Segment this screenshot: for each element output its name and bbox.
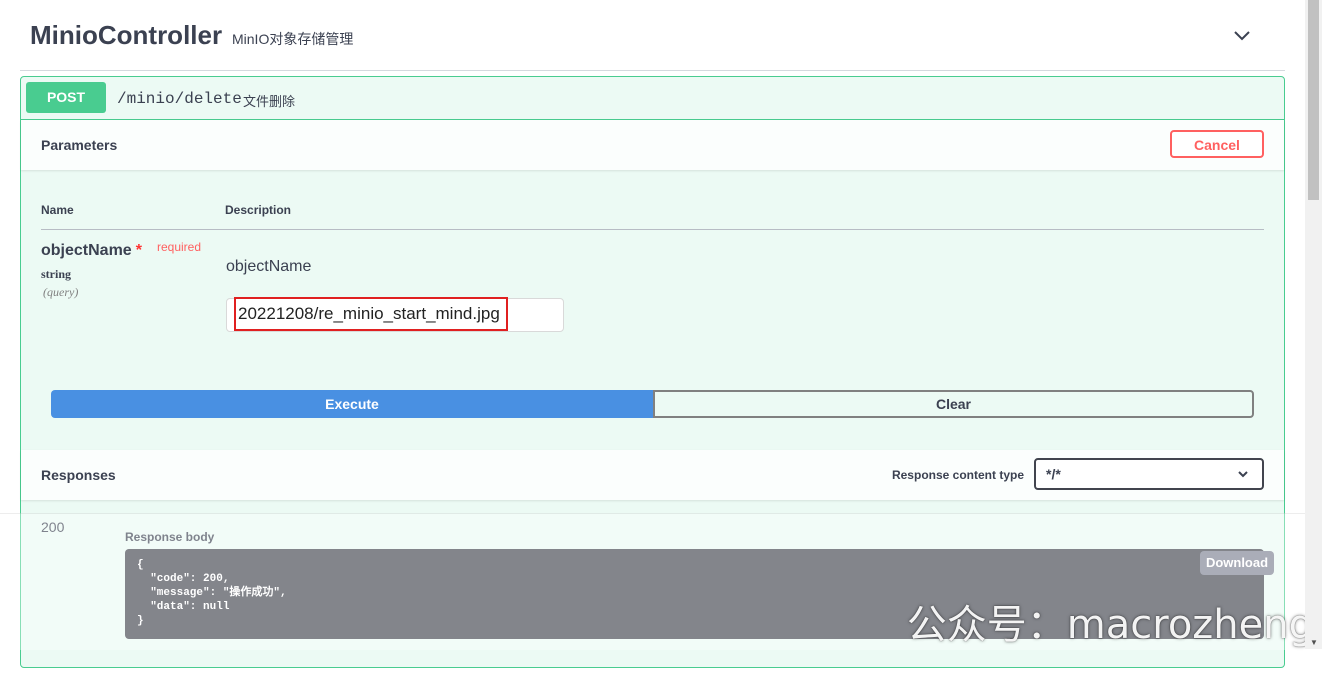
response-content-type-select[interactable]: */* <box>1034 458 1264 490</box>
responses-header: Responses Response content type */* <box>21 450 1284 500</box>
response-content-type-value: */* <box>1046 466 1061 482</box>
param-type: string <box>41 267 71 281</box>
responses-area: 200 Response body { "code": 200, "messag… <box>21 501 1284 681</box>
operation-summary: 文件删除 <box>243 94 296 109</box>
tag-header[interactable]: MinioController MinIO对象存储管理 <box>20 0 1285 71</box>
page-scrollbar[interactable]: ▼ <box>1305 0 1322 649</box>
param-name: objectName * <box>41 242 142 260</box>
download-button[interactable]: Download <box>1200 551 1274 575</box>
param-location: (query) <box>43 285 79 299</box>
chevron-down-icon[interactable] <box>1229 22 1255 48</box>
responses-title: Responses <box>41 467 116 483</box>
execute-button[interactable]: Execute <box>51 390 653 418</box>
response-body-label: Response body <box>125 530 215 544</box>
column-header-description: Description <box>225 203 292 217</box>
execute-wrapper: Execute Clear <box>51 390 1254 418</box>
clear-button[interactable]: Clear <box>653 390 1254 418</box>
param-description: objectName <box>226 258 312 275</box>
scroll-down-arrow-icon[interactable]: ▼ <box>1310 638 1318 647</box>
operation-path: /minio/delete <box>117 90 242 108</box>
table-divider <box>41 229 1264 230</box>
param-name-text: objectName <box>41 242 132 259</box>
response-content-type-label: Response content type <box>891 468 1024 482</box>
opblock-post-minio-delete: POST /minio/delete 文件删除 Parameters Cance… <box>20 76 1285 668</box>
tag-title: MinioController <box>30 20 223 50</box>
tag-description: MinIO对象存储管理 <box>232 31 354 47</box>
cancel-button[interactable]: Cancel <box>1170 130 1264 158</box>
response-status-code: 200 <box>41 519 65 535</box>
object-name-value[interactable]: 20221208/re_minio_start_mind.jpg <box>234 297 508 331</box>
required-star: * <box>135 242 142 259</box>
parameters-header: Parameters Cancel <box>21 120 1284 170</box>
opblock-summary[interactable]: POST /minio/delete 文件删除 <box>21 77 1284 120</box>
response-body[interactable]: { "code": 200, "message": "操作成功", "data"… <box>125 549 1264 639</box>
column-header-name: Name <box>41 203 74 217</box>
chevron-down-icon <box>1238 471 1248 478</box>
param-required-label: required <box>157 240 202 254</box>
method-badge: POST <box>26 82 106 113</box>
parameters-title: Parameters <box>41 137 118 153</box>
scrollbar-thumb[interactable] <box>1308 0 1319 200</box>
object-name-input[interactable]: 20221208/re_minio_start_mind.jpg <box>226 297 564 332</box>
